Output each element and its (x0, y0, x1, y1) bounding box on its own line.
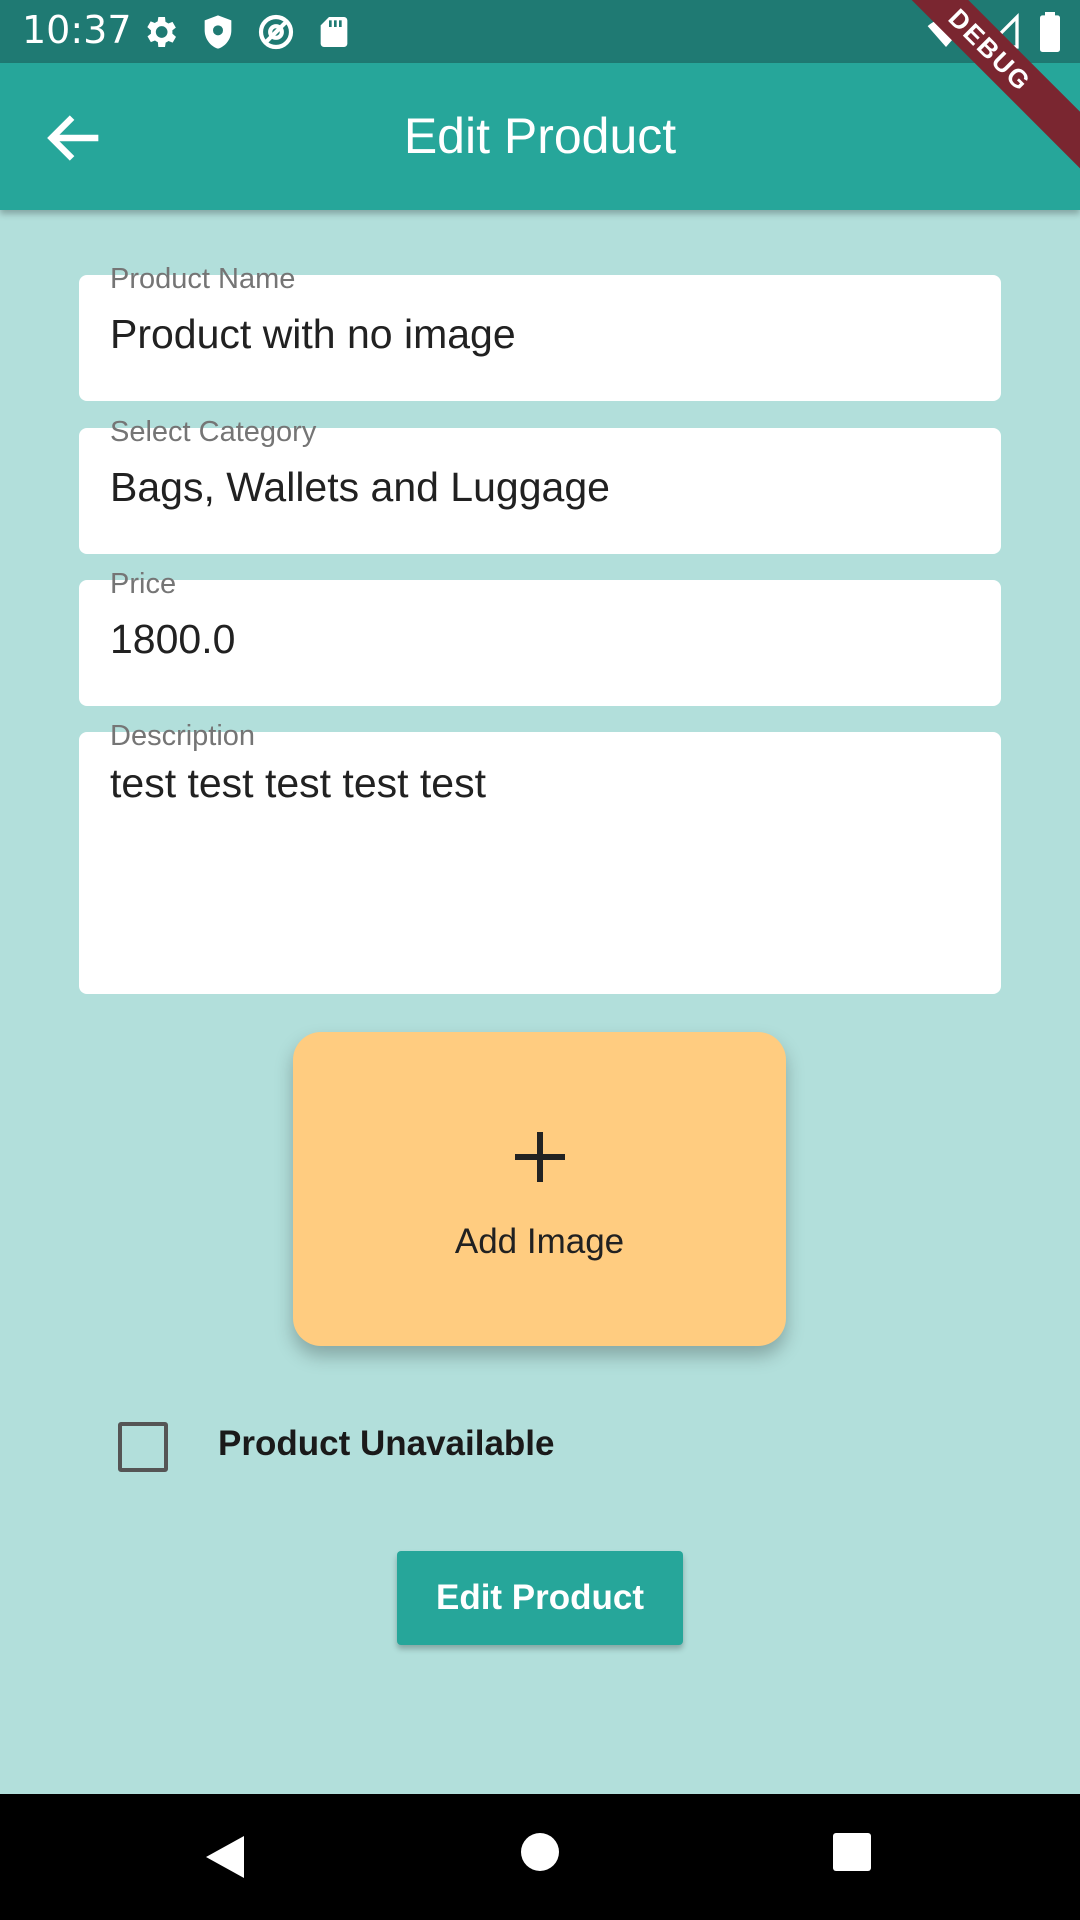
nav-home-icon[interactable] (520, 1832, 560, 1877)
status-time: 10:37 (22, 8, 132, 52)
category-value[interactable]: Bags, Wallets and Luggage (110, 464, 610, 511)
system-nav-bar (0, 1794, 1080, 1920)
at-sign-icon (256, 12, 296, 52)
gear-icon (140, 12, 180, 52)
description-field[interactable]: Description test test test test test (79, 720, 1001, 994)
category-label: Select Category (110, 416, 317, 448)
nav-back-icon[interactable] (202, 1832, 248, 1887)
status-bar: 10:37 (0, 0, 1080, 63)
plus-icon (515, 1132, 565, 1182)
add-image-label: Add Image (454, 1222, 625, 1261)
status-icons-left (140, 12, 354, 52)
product-unavailable-checkbox[interactable] (118, 1422, 168, 1472)
sd-card-icon (314, 12, 354, 52)
add-image-button[interactable]: Add Image (293, 1032, 786, 1346)
nav-recents-icon[interactable] (832, 1832, 872, 1877)
page-title: Edit Product (403, 108, 677, 164)
price-label: Price (110, 568, 177, 600)
product-name-label: Product Name (110, 263, 296, 295)
product-name-input[interactable]: Product with no image (110, 311, 516, 358)
app-bar: Edit Product (0, 63, 1080, 210)
product-name-field[interactable]: Product Name Product with no image (79, 263, 1001, 401)
product-unavailable-label: Product Unavailable (218, 1424, 555, 1463)
price-field[interactable]: Price 1800.0 (79, 568, 1001, 706)
battery-icon (1038, 12, 1062, 57)
edit-product-button[interactable]: Edit Product (397, 1551, 683, 1645)
description-input[interactable]: test test test test test (110, 760, 486, 807)
shield-icon (198, 12, 238, 52)
category-select[interactable]: Select Category Bags, Wallets and Luggag… (79, 416, 1001, 554)
description-label: Description (110, 720, 256, 752)
price-input[interactable]: 1800.0 (110, 616, 235, 663)
